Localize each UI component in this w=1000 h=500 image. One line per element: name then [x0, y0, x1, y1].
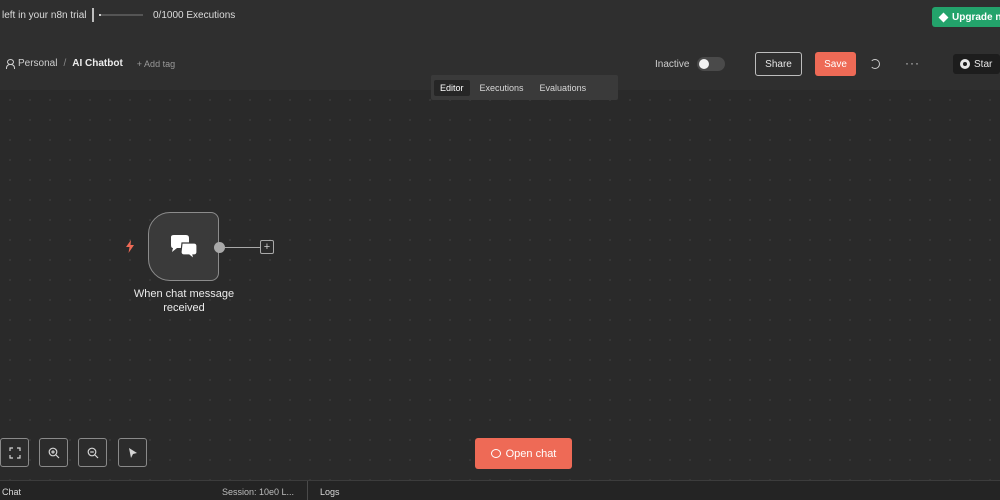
zoom-out-button[interactable] [78, 438, 107, 467]
node-label: When chat message received [133, 288, 235, 314]
more-options-icon[interactable]: ··· [905, 56, 920, 70]
breadcrumb-separator: / [63, 58, 67, 69]
diamond-icon [938, 12, 949, 22]
panel-divider [307, 481, 308, 500]
view-tabs: Editor Executions Evaluations [431, 75, 618, 100]
history-icon[interactable] [870, 59, 880, 69]
cursor-icon [128, 447, 137, 458]
person-icon [5, 59, 15, 69]
session-label: Session: 10e0 L... [222, 487, 295, 497]
breadcrumb-project[interactable]: Personal [5, 58, 57, 69]
active-toggle[interactable] [697, 57, 725, 71]
pointer-mode-button[interactable] [118, 438, 147, 467]
upgrade-label: Upgrade n [952, 11, 1000, 23]
chat-bubble-icon [490, 449, 501, 458]
share-button[interactable]: Share [755, 52, 802, 76]
tab-executions[interactable]: Executions [474, 80, 530, 96]
trial-text: left in your n8n trial [2, 10, 87, 21]
logs-panel-tab[interactable]: Logs [320, 487, 340, 497]
fit-view-icon [8, 446, 21, 459]
trigger-bolt-icon [126, 240, 134, 253]
toggle-knob [699, 59, 709, 69]
executions-count: 0/1000 Executions [153, 10, 236, 21]
save-button[interactable]: Save [815, 52, 856, 76]
workflow-canvas[interactable] [0, 90, 1000, 480]
tab-evaluations[interactable]: Evaluations [534, 80, 593, 96]
github-icon [960, 59, 970, 69]
open-chat-button[interactable]: Open chat [475, 438, 572, 469]
chat-icon [170, 234, 198, 260]
fit-view-button[interactable] [0, 438, 29, 467]
bottom-panel-bar: Chat Session: 10e0 L... Logs [0, 480, 1000, 500]
tab-editor[interactable]: Editor [434, 79, 470, 96]
upgrade-button[interactable]: Upgrade n [932, 7, 1000, 27]
executions-progress-fill [99, 14, 102, 16]
zoom-in-icon [48, 447, 59, 458]
executions-progress-bar [99, 14, 143, 16]
project-name: Personal [18, 58, 58, 69]
node-connector-line [225, 247, 260, 248]
github-star-button[interactable]: Star [953, 54, 1000, 74]
active-status-label: Inactive [655, 59, 690, 70]
add-node-button[interactable]: + [260, 240, 274, 254]
trial-divider [92, 8, 94, 22]
trial-banner: left in your n8n trial 0/1000 Executions… [0, 0, 1000, 34]
node-output-handle[interactable] [214, 242, 225, 253]
star-label: Star [974, 58, 993, 70]
add-tag-button[interactable]: + Add tag [137, 59, 175, 69]
chat-trigger-node[interactable] [148, 212, 219, 281]
open-chat-label: Open chat [505, 447, 557, 460]
chat-panel-tab[interactable]: Chat [2, 487, 21, 497]
zoom-in-button[interactable] [39, 438, 68, 467]
zoom-out-icon [87, 447, 98, 458]
breadcrumb: Personal / AI Chatbot + Add tag [5, 58, 175, 69]
workflow-name[interactable]: AI Chatbot [72, 58, 123, 69]
